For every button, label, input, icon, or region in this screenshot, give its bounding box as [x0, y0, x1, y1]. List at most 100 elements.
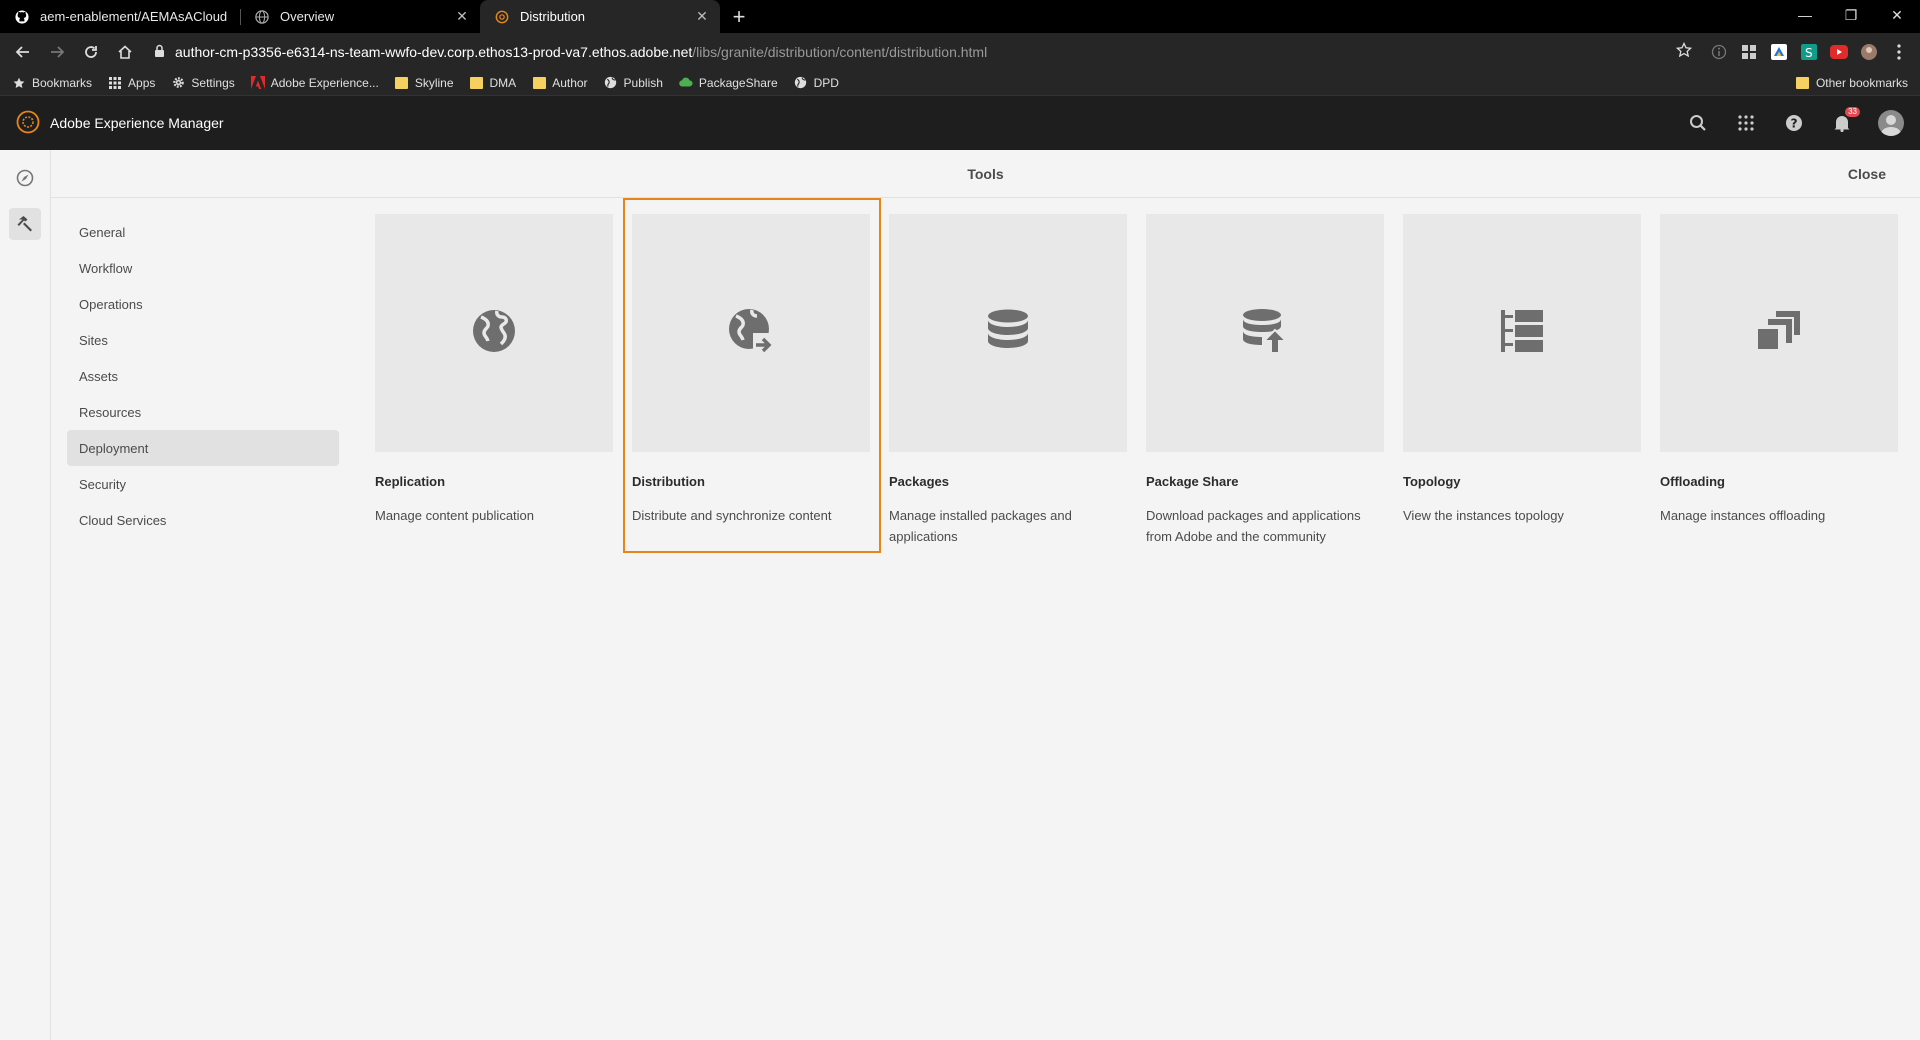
info-extension-icon[interactable]: [1706, 39, 1732, 65]
aem-logo-icon: [16, 110, 40, 137]
folder-icon: [532, 76, 546, 90]
lock-icon: [154, 44, 165, 60]
new-tab-button[interactable]: +: [720, 0, 758, 33]
tool-card-packages[interactable]: Packages Manage installed packages and a…: [889, 214, 1127, 1040]
notifications-bell-icon[interactable]: 33: [1830, 107, 1860, 135]
adobe-icon: [250, 76, 265, 90]
globe-icon: [604, 76, 618, 90]
bookmark-settings[interactable]: Settings: [171, 76, 235, 90]
card-description: Manage installed packages and applicatio…: [889, 508, 1072, 544]
topology-icon: [1501, 309, 1543, 357]
card-title: Packages: [889, 474, 949, 489]
nav-item-deployment[interactable]: Deployment: [67, 430, 339, 466]
close-tab-icon[interactable]: ✕: [454, 8, 470, 25]
bookmark-label: Author: [552, 75, 588, 90]
nav-item-cloud-services[interactable]: Cloud Services: [67, 502, 339, 538]
solutions-grid-icon[interactable]: [1734, 111, 1758, 135]
browser-tab-distribution[interactable]: Distribution ✕: [480, 0, 720, 33]
tool-card-distribution[interactable]: Distribution Distribute and synchronize …: [623, 198, 881, 1040]
nav-item-assets[interactable]: Assets: [67, 358, 339, 394]
tool-card-offloading[interactable]: Offloading Manage instances offloading: [1660, 214, 1898, 1040]
bookmark-label: Bookmarks: [32, 75, 93, 90]
bookmark-publish[interactable]: Publish: [604, 76, 663, 90]
grid-extension-icon[interactable]: [1736, 39, 1762, 65]
back-icon[interactable]: [8, 37, 38, 67]
product-name: Adobe Experience Manager: [50, 115, 224, 131]
card-title: Offloading: [1660, 474, 1725, 489]
database-icon: [987, 309, 1029, 358]
folder-icon: [1796, 76, 1810, 90]
aem-icon: [494, 9, 510, 25]
folder-icon: [470, 76, 484, 90]
s-extension-icon[interactable]: S: [1796, 39, 1822, 65]
star-icon: [12, 76, 26, 90]
search-icon[interactable]: [1686, 111, 1710, 135]
nav-item-workflow[interactable]: Workflow: [67, 250, 339, 286]
address-bar[interactable]: author-cm-p3356-e6314-ns-team-wwfo-dev.c…: [144, 37, 1702, 67]
bookmark-author[interactable]: Author: [532, 75, 588, 90]
home-icon[interactable]: [110, 37, 140, 67]
restore-icon[interactable]: ❐: [1828, 0, 1874, 30]
tools-main: General Workflow Operations Sites Assets…: [51, 198, 1920, 1040]
browser-tab-github[interactable]: aem-enablement/AEMAsACloud: [0, 0, 240, 33]
tool-card-replication[interactable]: Replication Manage content publication: [375, 214, 613, 1040]
browser-menu-icon[interactable]: [1886, 39, 1912, 65]
help-icon[interactable]: ?: [1782, 111, 1806, 135]
globe-share-icon: [727, 307, 775, 360]
workspace: Tools Close General Workflow Operations …: [0, 150, 1920, 1040]
header-actions: ? 33: [1686, 107, 1904, 136]
close-window-icon[interactable]: ✕: [1874, 0, 1920, 30]
card-title: Topology: [1403, 474, 1461, 489]
bookmark-label: Apps: [128, 75, 156, 90]
card-thumbnail: [632, 214, 870, 452]
url-host: author-cm-p3356-e6314-ns-team-wwfo-dev.c…: [175, 43, 693, 60]
card-thumbnail: [889, 214, 1127, 452]
tool-card-topology[interactable]: Topology View the instances topology: [1403, 214, 1641, 1040]
close-button[interactable]: Close: [1848, 166, 1886, 182]
nav-item-sites[interactable]: Sites: [67, 322, 339, 358]
navigation-compass-icon[interactable]: [9, 162, 41, 194]
tab-title: Overview: [280, 9, 335, 24]
bookmark-adobe-experience[interactable]: Adobe Experience...: [250, 76, 379, 90]
reload-icon[interactable]: [76, 37, 106, 67]
close-tab-icon[interactable]: ✕: [694, 8, 710, 25]
url-path: /libs/granite/distribution/content/distr…: [692, 43, 988, 60]
video-extension-icon[interactable]: [1826, 39, 1852, 65]
bookmark-label: Other bookmarks: [1815, 75, 1908, 90]
offloading-icon: [1758, 310, 1800, 356]
browser-tab-strip: aem-enablement/AEMAsACloud Overview ✕ Di…: [0, 0, 1920, 33]
aem-home-link[interactable]: Adobe Experience Manager: [16, 110, 224, 137]
nav-item-general[interactable]: General: [67, 214, 339, 250]
bookmark-bookmarks[interactable]: Bookmarks: [12, 76, 92, 90]
browser-tab-overview[interactable]: Overview ✕: [240, 0, 480, 33]
bookmark-dma[interactable]: DMA: [470, 76, 516, 90]
globe-icon: [471, 308, 517, 359]
card-description: Distribute and synchronize content: [632, 508, 832, 523]
tool-cards-grid: Replication Manage content publication D…: [351, 198, 1898, 1040]
bookmark-apps[interactable]: Apps: [108, 76, 155, 90]
bookmark-dpd[interactable]: DPD: [794, 76, 839, 90]
tools-hammer-icon[interactable]: [9, 208, 41, 240]
user-avatar[interactable]: [1878, 110, 1904, 136]
card-description: View the instances topology: [1403, 508, 1564, 523]
card-title: Package Share: [1146, 474, 1239, 489]
profile-extension-icon[interactable]: [1856, 39, 1882, 65]
tool-card-package-share[interactable]: Package Share Download packages and appl…: [1146, 214, 1384, 1040]
tab-title: Distribution: [520, 9, 586, 24]
bookmark-label: PackageShare: [698, 75, 778, 90]
drive-extension-icon[interactable]: [1766, 39, 1792, 65]
bookmark-star-icon[interactable]: [1675, 41, 1693, 61]
folder-icon: [395, 76, 409, 90]
nav-item-operations[interactable]: Operations: [67, 286, 339, 322]
bookmark-other-bookmarks[interactable]: Other bookmarks: [1796, 76, 1908, 90]
card-thumbnail: [1146, 214, 1384, 452]
bookmark-skyline[interactable]: Skyline: [395, 76, 454, 90]
bookmark-packageshare[interactable]: PackageShare: [679, 76, 778, 90]
nav-item-security[interactable]: Security: [67, 466, 339, 502]
bookmark-label: Publish: [623, 75, 663, 90]
aem-header: Adobe Experience Manager ? 33: [0, 96, 1920, 150]
nav-item-resources[interactable]: Resources: [67, 394, 339, 430]
minimize-icon[interactable]: —: [1782, 0, 1828, 30]
bookmark-label: Skyline: [414, 75, 454, 90]
forward-icon[interactable]: [42, 37, 72, 67]
